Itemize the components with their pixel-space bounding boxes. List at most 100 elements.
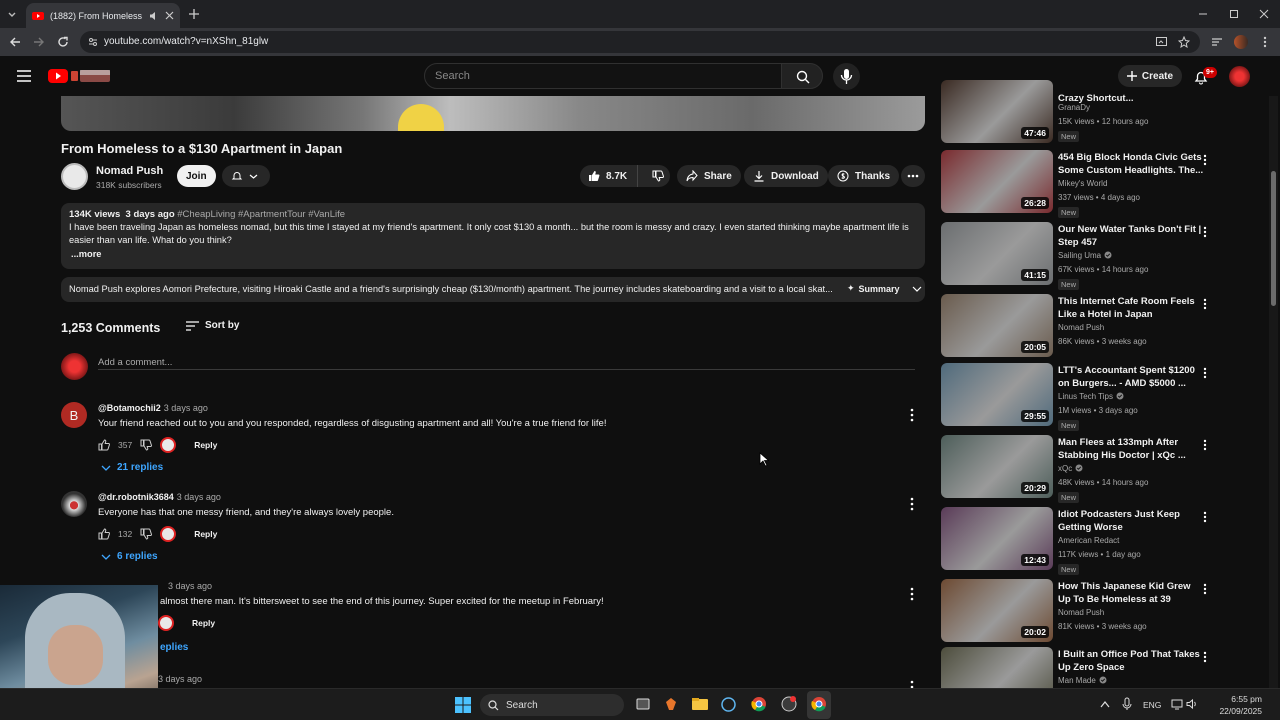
channel-name[interactable]: Nomad Push — [96, 165, 163, 177]
channel-avatar[interactable] — [61, 163, 88, 190]
add-comment-input[interactable]: Add a comment... — [98, 354, 915, 370]
clock-date[interactable]: 22/09/2025 — [1208, 706, 1262, 716]
window-minimize-icon[interactable] — [1198, 9, 1208, 19]
speaker-icon[interactable] — [149, 11, 159, 21]
recommended-video[interactable]: 26:28 454 Big Block Honda Civic Gets Some … — [941, 150, 1267, 218]
like-button[interactable]: 8.7K — [580, 165, 638, 187]
comment-author-name[interactable]: @dr.robotnik3684 — [98, 492, 174, 502]
comment-author[interactable]: 3 days ago — [158, 581, 212, 591]
address-bar[interactable]: youtube.com/watch?v=nXShn_81glw — [80, 31, 1200, 53]
video-thumbnail[interactable]: 41:15 — [941, 222, 1053, 285]
description-more-link[interactable]: ...more — [71, 249, 101, 259]
search-button[interactable] — [781, 63, 823, 89]
comment-menu-icon[interactable] — [910, 680, 914, 688]
task-view-icon[interactable] — [636, 697, 650, 711]
recommended-video[interactable]: 29:55 LTT's Accountant Spent $1200 on Burg… — [941, 363, 1267, 431]
page-scrollbar[interactable] — [1269, 96, 1278, 688]
sort-by-button[interactable]: Sort by — [186, 320, 239, 331]
hashtags[interactable]: #CheapLiving #ApartmentTour #VanLife — [177, 209, 345, 220]
recommended-video[interactable]: 20:05 This Internet Cafe Room Feels Like a… — [941, 294, 1267, 360]
comment-author-name[interactable]: @Botamochii2 — [98, 403, 161, 413]
comment-author[interactable]: @dr.robotnik3684 3 days ago — [98, 492, 221, 502]
window-restore-icon[interactable] — [1229, 9, 1239, 19]
new-tab-icon[interactable] — [188, 8, 200, 20]
thanks-button[interactable]: Thanks — [828, 165, 900, 187]
join-button[interactable]: Join — [177, 165, 216, 187]
recommended-video[interactable]: 12:43 Idiot Podcasters Just Keep Getting W… — [941, 507, 1267, 575]
chrome-active-icon[interactable] — [807, 691, 831, 719]
search-input[interactable]: Search — [424, 63, 782, 89]
window-close-icon[interactable] — [1259, 9, 1269, 19]
start-windows-icon[interactable] — [455, 697, 471, 713]
video-thumbnail[interactable]: 20:02 — [941, 579, 1053, 642]
account-avatar[interactable] — [1229, 66, 1250, 87]
more-actions-button[interactable] — [901, 165, 925, 187]
thumbs-down-icon[interactable] — [140, 439, 153, 451]
video-thumbnail[interactable]: 47:46 — [941, 80, 1053, 143]
view-replies-button[interactable]: 21 replies — [101, 462, 163, 473]
video-thumbnail[interactable]: 20:05 — [941, 294, 1053, 357]
download-button[interactable]: Download — [744, 165, 828, 187]
reload-icon[interactable] — [57, 36, 69, 48]
edge-browser-icon[interactable] — [721, 697, 736, 712]
recommended-video-title[interactable]: Our New Water Tanks Don't Fit | Step 457 — [1058, 223, 1208, 249]
comment-time[interactable]: 3 days ago — [177, 492, 221, 502]
recommended-video-title[interactable]: How This Japanese Kid Grew Up To Be Homel… — [1058, 580, 1208, 606]
tray-overflow-icon[interactable] — [1100, 700, 1110, 708]
recommended-video-title[interactable]: Man Flees at 133mph After Stabbing His Do… — [1058, 436, 1208, 462]
bookmark-star-icon[interactable] — [1178, 36, 1190, 48]
recommended-video[interactable]: 20:02 How This Japanese Kid Grew Up To Be … — [941, 579, 1267, 645]
recommended-video-title[interactable]: LTT's Accountant Spent $1200 on Burgers..… — [1058, 364, 1208, 390]
comment-time[interactable]: 3 days ago — [168, 581, 212, 591]
thumbs-down-icon[interactable] — [140, 528, 153, 540]
view-replies-button[interactable]: eplies — [160, 642, 188, 653]
video-menu-icon[interactable] — [1203, 439, 1207, 451]
comment-menu-icon[interactable] — [910, 587, 914, 601]
browser-menu-icon[interactable] — [1263, 36, 1267, 48]
taskbar-app-icon[interactable] — [664, 697, 678, 711]
thumbs-up-icon[interactable] — [98, 528, 110, 540]
video-menu-icon[interactable] — [1203, 367, 1207, 379]
reading-list-icon[interactable] — [1211, 36, 1223, 48]
comment-author[interactable]: @Botamochii2 3 days ago — [98, 403, 208, 413]
profile-avatar[interactable] — [1234, 35, 1248, 49]
create-button[interactable]: Create — [1118, 65, 1182, 87]
video-menu-icon[interactable] — [1203, 298, 1207, 310]
forward-icon[interactable] — [33, 36, 45, 48]
language-indicator[interactable]: ENG — [1143, 700, 1161, 710]
thumbs-up-icon[interactable] — [98, 439, 110, 451]
video-thumbnail[interactable]: 12:43 — [941, 507, 1053, 570]
recommended-video[interactable]: 41:15 Our New Water Tanks Don't Fit | Step… — [941, 222, 1267, 290]
recommended-video-title[interactable]: I Built an Office Pod That Takes Up Zero … — [1058, 648, 1208, 674]
recommended-channel[interactable]: Linus Tech Tips — [1058, 392, 1124, 401]
comment-time[interactable]: 3 days ago — [164, 403, 208, 413]
ai-summary-bar[interactable]: Nomad Push explores Aomori Prefecture, v… — [61, 277, 925, 302]
recommended-channel[interactable]: American Redact — [1058, 536, 1119, 545]
video-menu-icon[interactable] — [1203, 583, 1207, 595]
network-icon[interactable] — [1171, 698, 1183, 710]
video-thumbnail[interactable]: 20:29 — [941, 435, 1053, 498]
share-button[interactable]: Share — [677, 165, 741, 187]
youtube-logo[interactable] — [47, 68, 113, 84]
volume-icon[interactable] — [1186, 698, 1198, 710]
taskbar-search[interactable]: Search — [480, 694, 624, 716]
recommended-channel[interactable]: xQc — [1058, 464, 1083, 473]
reply-button[interactable]: Reply — [194, 440, 217, 450]
recommended-channel[interactable]: Nomad Push — [1058, 608, 1104, 617]
summary-toggle[interactable]: ✦ Summary — [847, 283, 922, 294]
reply-button[interactable]: Reply — [194, 529, 217, 539]
scrollbar-thumb[interactable] — [1271, 171, 1276, 306]
tray-mic-icon[interactable] — [1122, 697, 1132, 711]
video-menu-icon[interactable] — [1203, 154, 1207, 166]
comment-time[interactable]: 3 days ago — [158, 674, 202, 684]
recommended-channel[interactable]: Man Made — [1058, 676, 1107, 685]
view-replies-button[interactable]: 6 replies — [101, 551, 158, 562]
reply-button[interactable]: Reply — [192, 618, 215, 628]
video-menu-icon[interactable] — [1203, 651, 1207, 663]
taskbar-app-icon[interactable] — [781, 696, 797, 712]
voice-search-button[interactable] — [833, 63, 860, 90]
file-explorer-icon[interactable] — [692, 697, 708, 711]
recommended-channel[interactable]: Mikey's World — [1058, 179, 1107, 188]
video-menu-icon[interactable] — [1203, 511, 1207, 523]
recommended-video[interactable]: 20:29 Man Flees at 133mph After Stabbing H… — [941, 435, 1267, 503]
